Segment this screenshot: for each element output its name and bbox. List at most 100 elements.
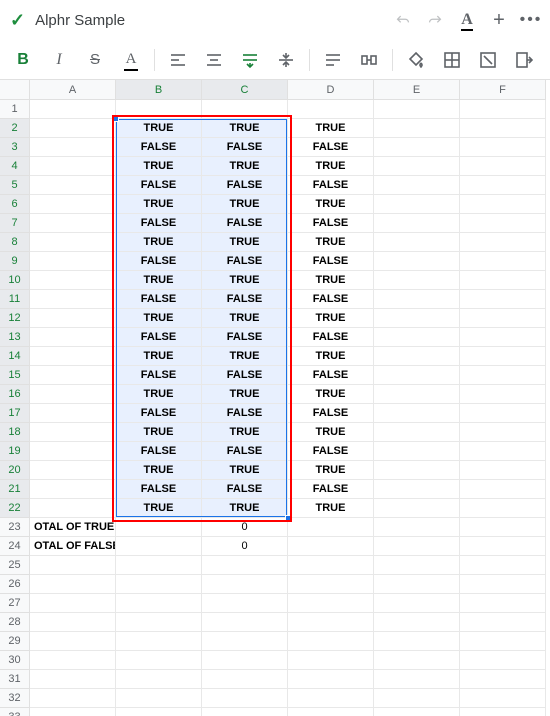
cell-E29[interactable] — [374, 632, 460, 651]
cell-A26[interactable] — [30, 575, 116, 594]
cell-F9[interactable] — [460, 252, 546, 271]
text-color-button[interactable]: A — [116, 45, 146, 75]
cell-C30[interactable] — [202, 651, 288, 670]
cell-F17[interactable] — [460, 404, 546, 423]
cell-C5[interactable]: FALSE — [202, 176, 288, 195]
cell-F12[interactable] — [460, 309, 546, 328]
cell-D8[interactable]: TRUE — [288, 233, 374, 252]
column-header-E[interactable]: E — [374, 80, 460, 100]
cell-B19[interactable]: FALSE — [116, 442, 202, 461]
row-header-25[interactable]: 25 — [0, 556, 30, 575]
cell-C26[interactable] — [202, 575, 288, 594]
cell-C29[interactable] — [202, 632, 288, 651]
cell-B26[interactable] — [116, 575, 202, 594]
cell-C14[interactable]: TRUE — [202, 347, 288, 366]
cell-E3[interactable] — [374, 138, 460, 157]
cell-D7[interactable]: FALSE — [288, 214, 374, 233]
row-header-6[interactable]: 6 — [0, 195, 30, 214]
cell-E33[interactable] — [374, 708, 460, 716]
cell-D32[interactable] — [288, 689, 374, 708]
cell-B22[interactable]: TRUE — [116, 499, 202, 518]
cell-D29[interactable] — [288, 632, 374, 651]
cell-D25[interactable] — [288, 556, 374, 575]
cell-D17[interactable]: FALSE — [288, 404, 374, 423]
cell-A4[interactable] — [30, 157, 116, 176]
row-header-3[interactable]: 3 — [0, 138, 30, 157]
cell-E1[interactable] — [374, 100, 460, 119]
cell-A28[interactable] — [30, 613, 116, 632]
cell-D19[interactable]: FALSE — [288, 442, 374, 461]
cell-E14[interactable] — [374, 347, 460, 366]
cell-C6[interactable]: TRUE — [202, 195, 288, 214]
cell-C2[interactable]: TRUE — [202, 119, 288, 138]
cell-E20[interactable] — [374, 461, 460, 480]
cell-F15[interactable] — [460, 366, 546, 385]
cell-E31[interactable] — [374, 670, 460, 689]
cell-A33[interactable] — [30, 708, 116, 716]
cell-E11[interactable] — [374, 290, 460, 309]
cell-F26[interactable] — [460, 575, 546, 594]
row-header-9[interactable]: 9 — [0, 252, 30, 271]
column-header-B[interactable]: B — [116, 80, 202, 100]
cell-D13[interactable]: FALSE — [288, 328, 374, 347]
cell-A23[interactable]: OTAL OF TRUE: — [30, 518, 116, 537]
cell-E18[interactable] — [374, 423, 460, 442]
cell-F22[interactable] — [460, 499, 546, 518]
cell-B7[interactable]: FALSE — [116, 214, 202, 233]
cell-F3[interactable] — [460, 138, 546, 157]
cell-F25[interactable] — [460, 556, 546, 575]
cell-B27[interactable] — [116, 594, 202, 613]
cell-D12[interactable]: TRUE — [288, 309, 374, 328]
cell-D33[interactable] — [288, 708, 374, 716]
cell-C24[interactable]: 0 — [202, 537, 288, 556]
cell-A31[interactable] — [30, 670, 116, 689]
cell-C15[interactable]: FALSE — [202, 366, 288, 385]
cell-D5[interactable]: FALSE — [288, 176, 374, 195]
cell-C31[interactable] — [202, 670, 288, 689]
cell-C28[interactable] — [202, 613, 288, 632]
cell-D16[interactable]: TRUE — [288, 385, 374, 404]
cell-A25[interactable] — [30, 556, 116, 575]
cell-F23[interactable] — [460, 518, 546, 537]
cell-C21[interactable]: FALSE — [202, 480, 288, 499]
cell-C4[interactable]: TRUE — [202, 157, 288, 176]
cell-B8[interactable]: TRUE — [116, 233, 202, 252]
cell-F33[interactable] — [460, 708, 546, 716]
row-header-27[interactable]: 27 — [0, 594, 30, 613]
cell-D24[interactable] — [288, 537, 374, 556]
cell-grid[interactable]: TRUETRUETRUEFALSEFALSEFALSETRUETRUETRUEF… — [30, 100, 546, 716]
row-header-26[interactable]: 26 — [0, 575, 30, 594]
wrap-button[interactable] — [318, 45, 348, 75]
cell-E16[interactable] — [374, 385, 460, 404]
cell-A15[interactable] — [30, 366, 116, 385]
cell-F8[interactable] — [460, 233, 546, 252]
row-header-33[interactable]: 33 — [0, 708, 30, 716]
cell-B15[interactable]: FALSE — [116, 366, 202, 385]
cell-E4[interactable] — [374, 157, 460, 176]
cell-C10[interactable]: TRUE — [202, 271, 288, 290]
cell-F13[interactable] — [460, 328, 546, 347]
row-header-2[interactable]: 2 — [0, 119, 30, 138]
cell-D11[interactable]: FALSE — [288, 290, 374, 309]
cell-A24[interactable]: OTAL OF FALSE — [30, 537, 116, 556]
cell-F21[interactable] — [460, 480, 546, 499]
bold-button[interactable]: B — [8, 45, 38, 75]
cell-C32[interactable] — [202, 689, 288, 708]
cell-B2[interactable]: TRUE — [116, 119, 202, 138]
cell-B17[interactable]: FALSE — [116, 404, 202, 423]
row-header-10[interactable]: 10 — [0, 271, 30, 290]
fill-color-button[interactable] — [401, 45, 431, 75]
cell-F28[interactable] — [460, 613, 546, 632]
cell-A5[interactable] — [30, 176, 116, 195]
row-header-31[interactable]: 31 — [0, 670, 30, 689]
cell-B13[interactable]: FALSE — [116, 328, 202, 347]
cell-E12[interactable] — [374, 309, 460, 328]
cell-B12[interactable]: TRUE — [116, 309, 202, 328]
cell-D26[interactable] — [288, 575, 374, 594]
cell-B32[interactable] — [116, 689, 202, 708]
cell-B23[interactable] — [116, 518, 202, 537]
cell-E25[interactable] — [374, 556, 460, 575]
cell-C11[interactable]: FALSE — [202, 290, 288, 309]
more-icon[interactable]: ••• — [522, 11, 540, 29]
cell-B16[interactable]: TRUE — [116, 385, 202, 404]
